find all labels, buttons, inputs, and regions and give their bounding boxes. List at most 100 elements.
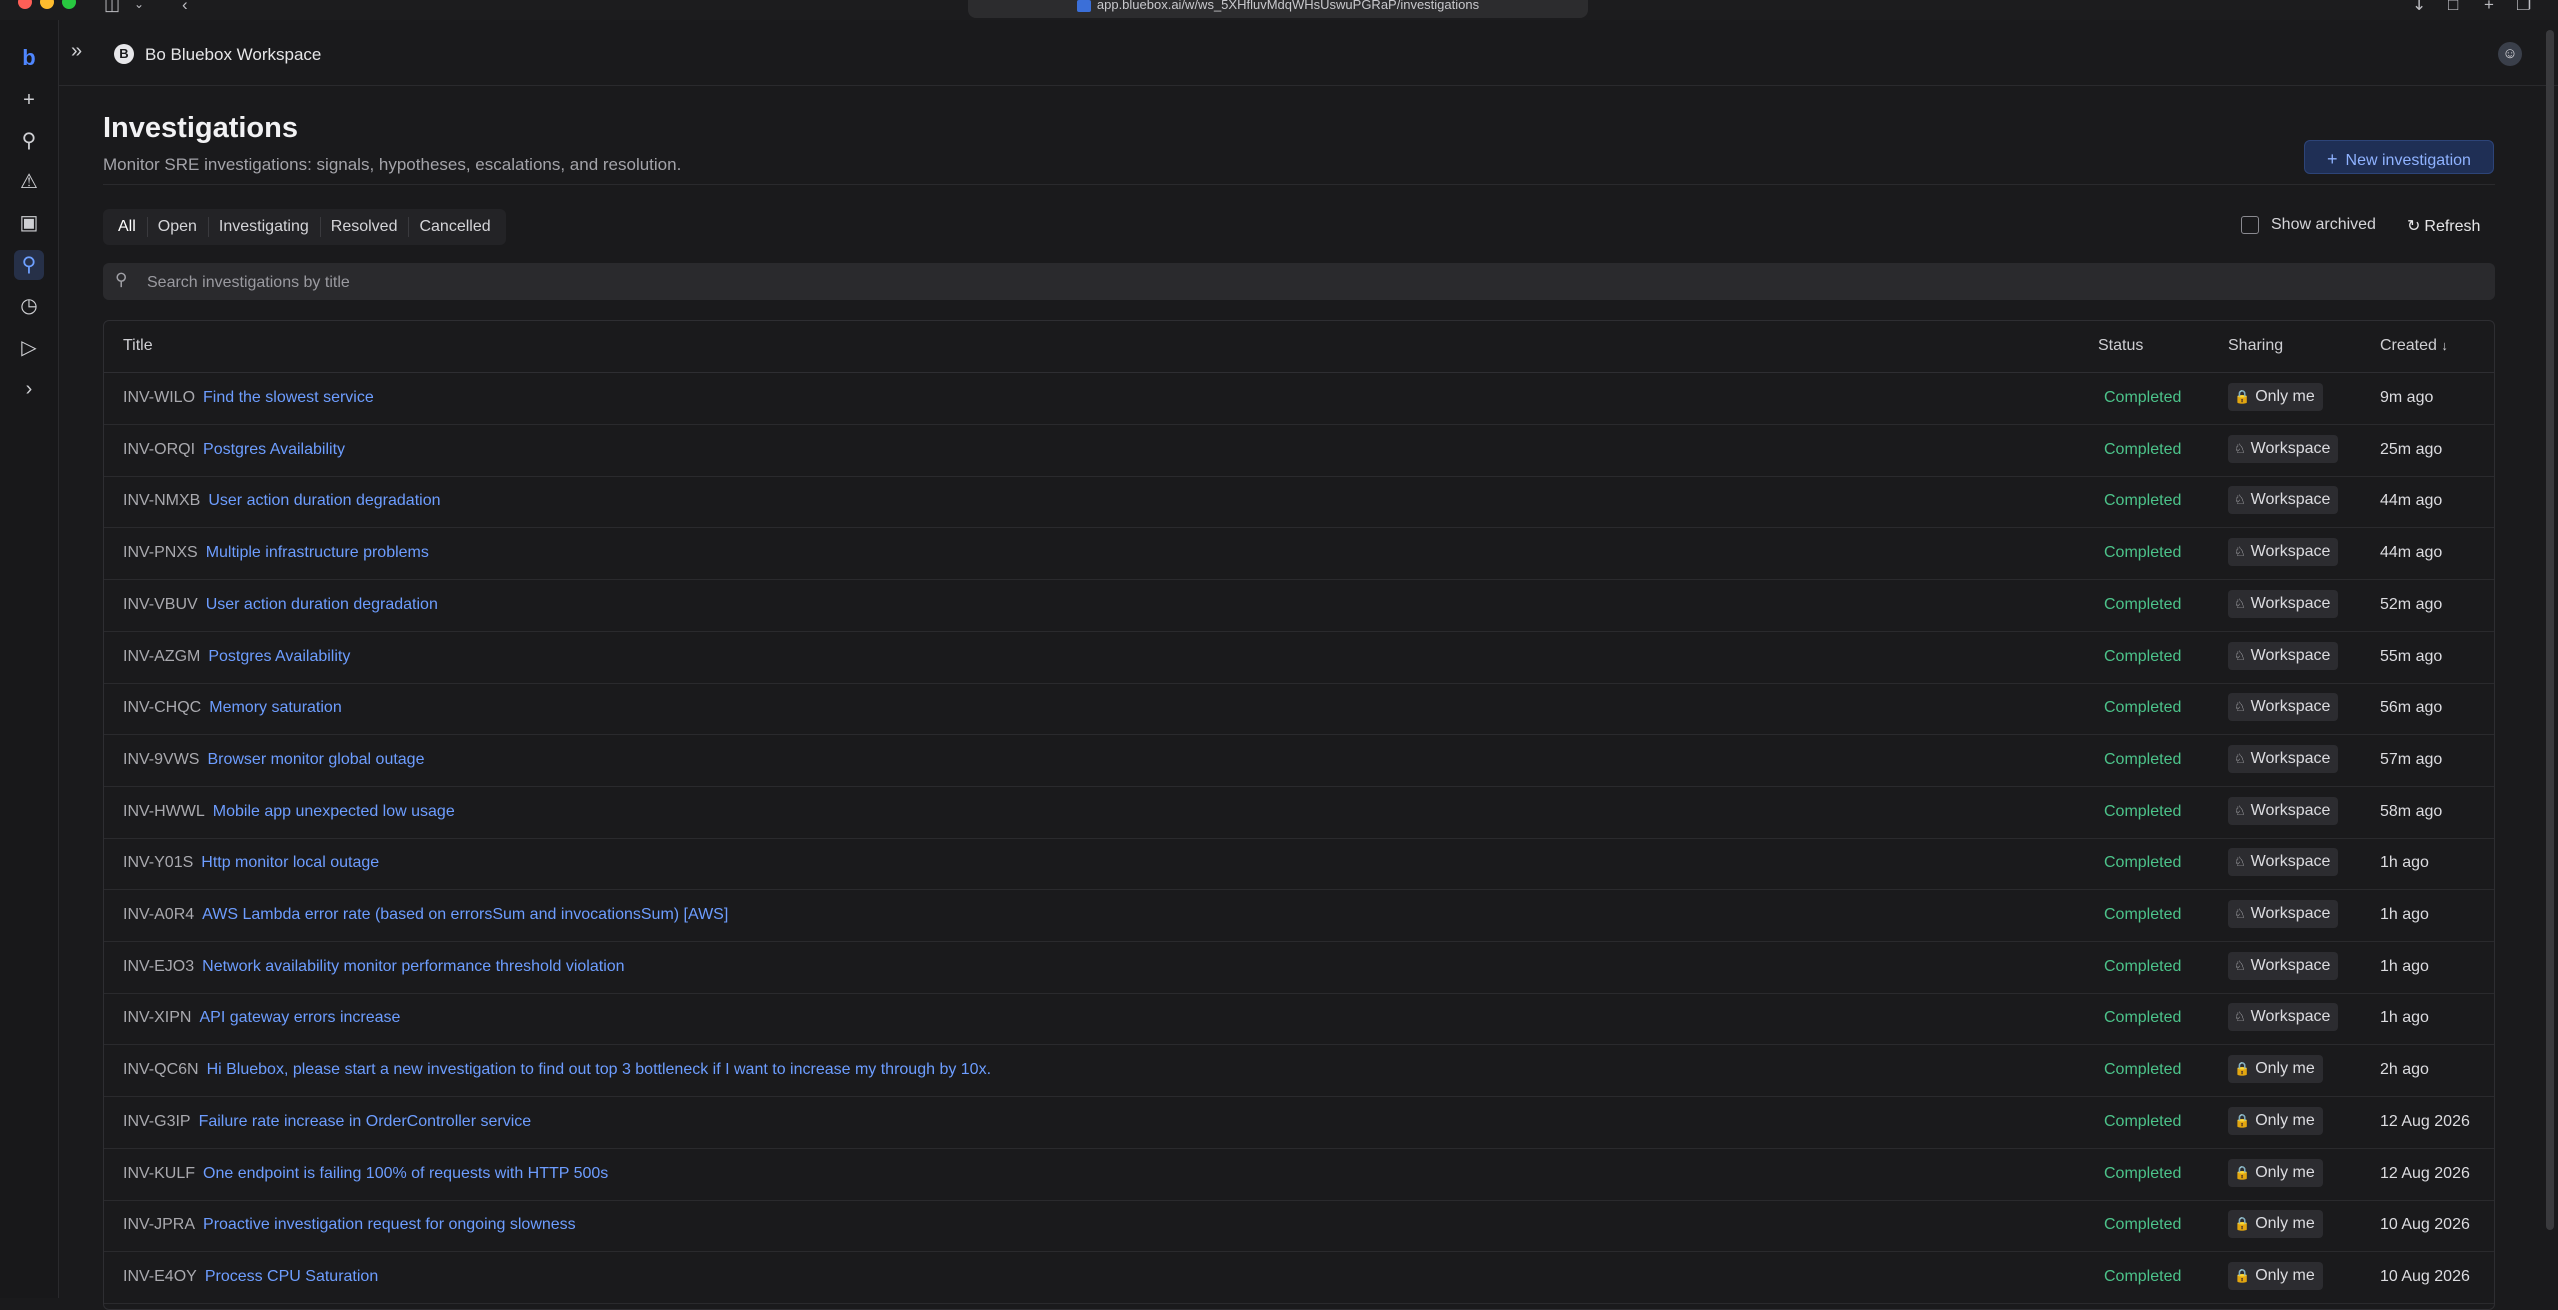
- download-icon[interactable]: ↧: [2412, 0, 2426, 13]
- play-icon[interactable]: ▷: [14, 333, 44, 363]
- table-row[interactable]: INV-PNXS Multiple infrastructure problems…: [104, 528, 2494, 581]
- investigation-title-link[interactable]: Mobile app unexpected low usage: [213, 803, 455, 820]
- zoom-window-button[interactable]: [62, 0, 76, 9]
- table-row[interactable]: INV-ORQI Postgres Availability Completed ♘ W…: [104, 425, 2494, 477]
- expand-icon[interactable]: ›: [14, 374, 44, 404]
- investigation-id: INV-E4OY Process CPU Saturation: [123, 1268, 378, 1286]
- share-icon[interactable]: □: [2448, 0, 2458, 13]
- column-header-created-label: Created: [2380, 337, 2437, 354]
- investigation-title-link[interactable]: Multiple infrastructure problems: [206, 544, 429, 561]
- table-row[interactable]: INV-XIPN API gateway errors increase Compl…: [104, 993, 2494, 1046]
- column-header-title[interactable]: Title: [123, 337, 153, 355]
- investigation-id-text: INV-PNXS: [123, 544, 198, 562]
- investigation-title-link[interactable]: Browser monitor global outage: [207, 751, 424, 768]
- table-row[interactable]: INV-KULF One endpoint is failing 100% of …: [104, 1149, 2494, 1201]
- created-time: 10 Aug 2026: [2380, 1216, 2470, 1234]
- table-row[interactable]: INV-G3IP Failure rate increase in OrderCo…: [104, 1097, 2494, 1149]
- investigation-title-link[interactable]: One endpoint is failing 100% of requests…: [203, 1165, 608, 1182]
- history-icon[interactable]: ◷: [14, 291, 44, 321]
- tab-investigating[interactable]: Investigating: [207, 209, 320, 245]
- bluebox-logo-icon[interactable]: b: [14, 43, 44, 73]
- column-header-created[interactable]: Created ↓: [2380, 337, 2448, 355]
- status-badge: Completed: [2104, 1164, 2182, 1182]
- investigation-title-link[interactable]: Failure rate increase in OrderController…: [199, 1113, 532, 1130]
- sharing-label: Only me: [2255, 1215, 2315, 1233]
- tab-resolved[interactable]: Resolved: [319, 209, 409, 245]
- refresh-button[interactable]: ↻ Refresh: [2407, 216, 2480, 236]
- sharing-label: Only me: [2255, 1163, 2315, 1181]
- investigation-id-text: INV-E4OY: [123, 1267, 197, 1285]
- investigation-title-link[interactable]: AWS Lambda error rate (based on errorsSu…: [202, 906, 728, 923]
- users-icon: ♘: [2234, 906, 2246, 921]
- add-icon[interactable]: +: [14, 85, 44, 115]
- show-archived-toggle[interactable]: Show archived: [2241, 216, 2376, 234]
- investigation-id: INV-WILO Find the slowest service: [123, 389, 374, 407]
- investigation-id-text: INV-EJO3: [123, 957, 195, 975]
- sharing-label: Only me: [2255, 1060, 2315, 1078]
- table-row[interactable]: INV-9VWS Browser monitor global outage Com…: [104, 735, 2494, 787]
- sharing-badge: ♘ Workspace: [2228, 589, 2339, 618]
- sharing-badge: ♘ Workspace: [2228, 848, 2339, 877]
- status-badge: Completed: [2104, 906, 2182, 923]
- sharing-badge: ♘ Workspace: [2228, 693, 2339, 722]
- investigation-title-link[interactable]: Hi Bluebox, please start a new investiga…: [207, 1061, 991, 1078]
- close-window-button[interactable]: [18, 0, 32, 9]
- investigation-title-link[interactable]: Memory saturation: [209, 699, 342, 716]
- table-row[interactable]: INV-AZGM Postgres Availability Completed ♘ W…: [104, 632, 2494, 684]
- tab-overview-icon[interactable]: ❐: [2516, 0, 2531, 13]
- investigation-title-link[interactable]: Http monitor local outage: [201, 854, 379, 871]
- tab-cancelled[interactable]: Cancelled: [408, 209, 501, 245]
- sidebar-toggle-icon[interactable]: ◫: [104, 0, 120, 13]
- back-icon[interactable]: ‹: [182, 0, 188, 13]
- new-investigation-button[interactable]: + New investigation: [2304, 140, 2494, 174]
- table-row[interactable]: INV-QC6N Hi Bluebox, please start a new i…: [104, 1045, 2494, 1098]
- table-row[interactable]: INV-HWWL Mobile app unexpected low usage C…: [104, 787, 2494, 839]
- sharing-badge: 🔒 Only me: [2228, 1106, 2323, 1135]
- table-row[interactable]: INV-WILO Find the slowest service Complete…: [104, 373, 2494, 425]
- table-row[interactable]: INV-E4OY Process CPU Saturation Completed 🔒…: [104, 1252, 2494, 1304]
- chevron-down-icon[interactable]: ⌄: [134, 0, 144, 13]
- investigation-title-link[interactable]: Postgres Availability: [203, 441, 345, 458]
- investigation-title-link[interactable]: User action duration degradation: [208, 492, 440, 509]
- status-badge: Completed: [2104, 440, 2182, 458]
- investigation-title-link[interactable]: Network availability monitor performance…: [202, 958, 624, 975]
- investigation-id: INV-XIPN API gateway errors increase: [123, 1009, 400, 1027]
- minimize-window-button[interactable]: [40, 0, 54, 9]
- page-title: Investigations: [103, 112, 298, 144]
- table-row[interactable]: INV-VBUV User action duration degradation…: [104, 580, 2494, 632]
- table-row[interactable]: INV-A0R4 AWS Lambda error rate (based on …: [104, 890, 2494, 942]
- address-bar[interactable]: app.bluebox.ai/w/ws_5XHfluvMdqWHsUswuPGR…: [968, 0, 1588, 18]
- investigations-search-icon[interactable]: ⚲: [14, 250, 44, 280]
- column-header-sharing[interactable]: Sharing: [2228, 337, 2283, 355]
- table-row[interactable]: INV-EJO3 Network availability monitor per…: [104, 942, 2494, 994]
- show-archived-checkbox[interactable]: [2241, 216, 2259, 234]
- search-input[interactable]: [145, 263, 2479, 302]
- tab-open[interactable]: Open: [146, 209, 208, 245]
- alert-icon[interactable]: ⚠: [14, 167, 44, 197]
- sharing-label: Workspace: [2250, 749, 2331, 767]
- page-scrollbar[interactable]: [2546, 30, 2554, 1230]
- tab-all[interactable]: All: [107, 209, 147, 245]
- scan-icon[interactable]: ▣: [14, 208, 44, 238]
- table-row[interactable]: INV-CHQC Memory saturation Completed ♘ Works…: [104, 683, 2494, 736]
- sharing-label: Workspace: [2250, 594, 2331, 612]
- new-investigation-label: New investigation: [2345, 152, 2471, 169]
- topology-icon[interactable]: ⚲: [14, 126, 44, 156]
- table-row[interactable]: INV-Y01S Http monitor local outage Complet…: [104, 838, 2494, 891]
- investigation-title-link[interactable]: API gateway errors increase: [199, 1009, 400, 1026]
- table-row[interactable]: INV-NMXB User action duration degradation…: [104, 476, 2494, 529]
- investigation-title-link[interactable]: Process CPU Saturation: [205, 1268, 378, 1285]
- status-filter-tabs: All Open Investigating Resolved Cancelle…: [103, 209, 506, 245]
- investigation-title-link[interactable]: Proactive investigation request for ongo…: [203, 1216, 576, 1233]
- investigation-title-link[interactable]: Find the slowest service: [203, 389, 374, 406]
- investigation-id-text: INV-AZGM: [123, 647, 201, 665]
- column-header-status[interactable]: Status: [2098, 337, 2143, 355]
- new-tab-icon[interactable]: +: [2484, 0, 2494, 13]
- expand-sidebar-icon[interactable]: »: [71, 40, 82, 63]
- investigation-title-link[interactable]: Postgres Availability: [208, 648, 350, 665]
- investigation-title-link[interactable]: User action duration degradation: [206, 596, 438, 613]
- workspace-name[interactable]: Bo Bluebox Workspace: [145, 45, 321, 65]
- sharing-label: Workspace: [2250, 1008, 2331, 1026]
- table-row[interactable]: INV-JPRA Proactive investigation request …: [104, 1200, 2494, 1253]
- user-avatar-icon[interactable]: ☺: [2498, 42, 2522, 66]
